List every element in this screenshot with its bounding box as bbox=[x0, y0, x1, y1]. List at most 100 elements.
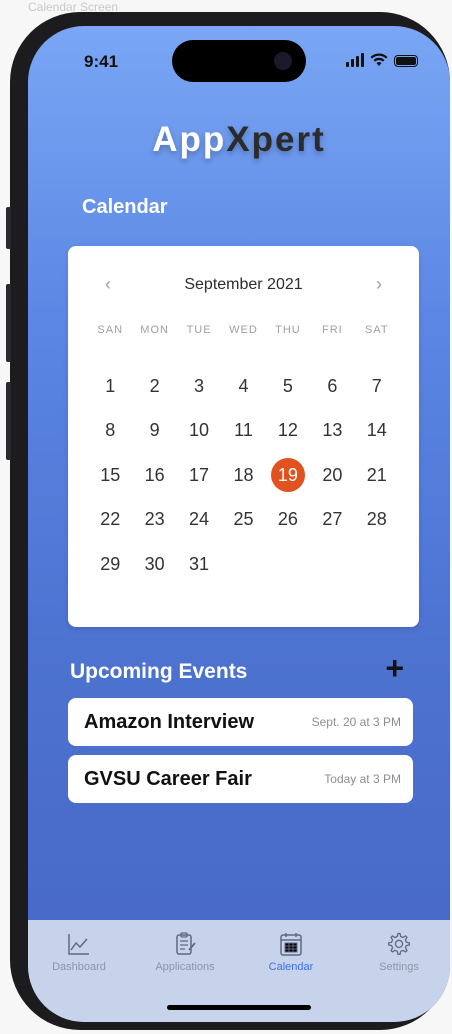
day-number: 18 bbox=[233, 464, 254, 485]
day-number: 5 bbox=[282, 375, 293, 396]
tab-applications[interactable]: Applications bbox=[140, 930, 230, 973]
chevron-left-icon[interactable]: ‹ bbox=[98, 274, 118, 295]
calendar-day[interactable]: 6 bbox=[310, 364, 354, 409]
day-number: 7 bbox=[371, 375, 382, 396]
day-grid: 1 2 3 4 5 6 7 8 9 10 11 12 13 14 15 16 17 18 19 20 21 22 23 24 2… bbox=[88, 364, 399, 587]
weekday-label: SAT bbox=[364, 324, 389, 336]
calendar-day-selected[interactable]: 19 bbox=[266, 453, 310, 498]
event-time: Sept. 20 at 3 PM bbox=[311, 715, 401, 729]
app-screen: 9:41 AppXpert Calendar ‹ September 2021 … bbox=[28, 26, 450, 1022]
weekday-label: FRI bbox=[321, 324, 343, 336]
calendar-day[interactable]: 5 bbox=[266, 364, 310, 409]
signal-icon bbox=[346, 53, 364, 67]
calendar-day[interactable]: 21 bbox=[355, 453, 399, 498]
calendar-day[interactable]: 13 bbox=[310, 409, 354, 454]
day-number: 24 bbox=[189, 509, 210, 530]
day-number: 14 bbox=[366, 420, 387, 441]
day-number: 4 bbox=[238, 375, 249, 396]
upcoming-events-title: Upcoming Events bbox=[70, 660, 248, 683]
calendar-day[interactable]: 22 bbox=[88, 498, 132, 543]
calendar-card: ‹ September 2021 › SAN MON TUE WED THU FRI SAT… bbox=[68, 246, 419, 627]
calendar-day[interactable]: 4 bbox=[221, 364, 265, 409]
tab-dashboard[interactable]: Dashboard bbox=[34, 930, 124, 973]
calendar-day[interactable]: 26 bbox=[266, 498, 310, 543]
event-name: Amazon Interview bbox=[84, 710, 255, 733]
home-indicator bbox=[167, 1005, 311, 1010]
calendar-day[interactable]: 10 bbox=[177, 409, 221, 454]
volume-down-button bbox=[6, 382, 11, 460]
day-number: 8 bbox=[105, 420, 116, 441]
calendar-day[interactable]: 17 bbox=[177, 453, 221, 498]
calendar-day[interactable]: 24 bbox=[177, 498, 221, 543]
tab-label: Calendar bbox=[268, 961, 314, 973]
app-title-part2: Xpert bbox=[226, 120, 326, 159]
status-icons bbox=[346, 53, 418, 67]
weekday-label: THU bbox=[275, 324, 301, 336]
wifi-icon bbox=[370, 53, 388, 66]
calendar-day[interactable]: 28 bbox=[355, 498, 399, 543]
day-number: 21 bbox=[366, 464, 387, 485]
chevron-right-icon[interactable]: › bbox=[369, 274, 389, 295]
day-number: 9 bbox=[149, 420, 160, 441]
day-number: 27 bbox=[322, 509, 343, 530]
weekday-label: WED bbox=[229, 324, 258, 336]
calendar-day[interactable]: 14 bbox=[355, 409, 399, 454]
day-number: 30 bbox=[144, 553, 165, 574]
calendar-section-title: Calendar bbox=[82, 196, 168, 218]
mute-button bbox=[6, 207, 11, 249]
calendar-day[interactable]: 8 bbox=[88, 409, 132, 454]
calendar-day[interactable]: 20 bbox=[310, 453, 354, 498]
add-event-button[interactable]: + bbox=[385, 652, 404, 684]
calendar-day[interactable]: 16 bbox=[132, 453, 176, 498]
calendar-day[interactable]: 30 bbox=[132, 542, 176, 587]
event-item[interactable]: Amazon Interview Sept. 20 at 3 PM bbox=[68, 698, 413, 746]
weekday-label: TUE bbox=[186, 324, 212, 336]
day-number: 16 bbox=[144, 464, 165, 485]
day-number: 15 bbox=[100, 464, 121, 485]
chart-line-icon bbox=[68, 934, 89, 955]
day-number: 1 bbox=[105, 375, 116, 396]
event-name: GVSU Career Fair bbox=[84, 767, 252, 790]
day-number: 13 bbox=[322, 420, 343, 441]
calendar-day[interactable]: 27 bbox=[310, 498, 354, 543]
tab-label: Settings bbox=[379, 961, 419, 973]
battery-icon bbox=[394, 55, 418, 67]
calendar-day[interactable]: 11 bbox=[221, 409, 265, 454]
calendar-icon bbox=[280, 933, 302, 956]
day-number: 28 bbox=[366, 509, 387, 530]
tab-label: Applications bbox=[155, 961, 215, 973]
calendar-day[interactable]: 29 bbox=[88, 542, 132, 587]
calendar-day[interactable]: 12 bbox=[266, 409, 310, 454]
day-number: 3 bbox=[194, 375, 205, 396]
weekday-label: MON bbox=[140, 324, 169, 336]
calendar-day[interactable]: 31 bbox=[177, 542, 221, 587]
tab-bar: Dashboard Applications Calendar Settings bbox=[28, 920, 450, 1022]
calendar-day[interactable]: 3 bbox=[177, 364, 221, 409]
app-title: AppXpert bbox=[28, 120, 450, 160]
calendar-day[interactable]: 18 bbox=[221, 453, 265, 498]
calendar-day[interactable]: 15 bbox=[88, 453, 132, 498]
tab-settings[interactable]: Settings bbox=[354, 930, 444, 973]
event-item[interactable]: GVSU Career Fair Today at 3 PM bbox=[68, 755, 413, 803]
day-number: 10 bbox=[189, 420, 210, 441]
volume-up-button bbox=[6, 284, 11, 362]
day-number: 23 bbox=[144, 509, 165, 530]
clipboard-icon bbox=[176, 932, 196, 955]
status-time: 9:41 bbox=[84, 52, 119, 71]
camera-icon bbox=[274, 52, 292, 70]
calendar-day[interactable]: 1 bbox=[88, 364, 132, 409]
day-number: 22 bbox=[100, 509, 121, 530]
day-number: 29 bbox=[100, 553, 121, 574]
tab-calendar[interactable]: Calendar bbox=[246, 930, 336, 973]
day-number: 17 bbox=[189, 464, 210, 485]
day-number: 20 bbox=[322, 464, 343, 485]
day-number: 26 bbox=[277, 509, 298, 530]
app-title-part1: App bbox=[152, 120, 227, 159]
calendar-day[interactable]: 23 bbox=[132, 498, 176, 543]
calendar-day[interactable]: 9 bbox=[132, 409, 176, 454]
calendar-day[interactable]: 25 bbox=[221, 498, 265, 543]
calendar-day[interactable]: 7 bbox=[355, 364, 399, 409]
weekday-row: SAN MON TUE WED THU FRI SAT bbox=[88, 324, 399, 336]
month-label: September 2021 bbox=[184, 275, 303, 293]
calendar-day[interactable]: 2 bbox=[132, 364, 176, 409]
